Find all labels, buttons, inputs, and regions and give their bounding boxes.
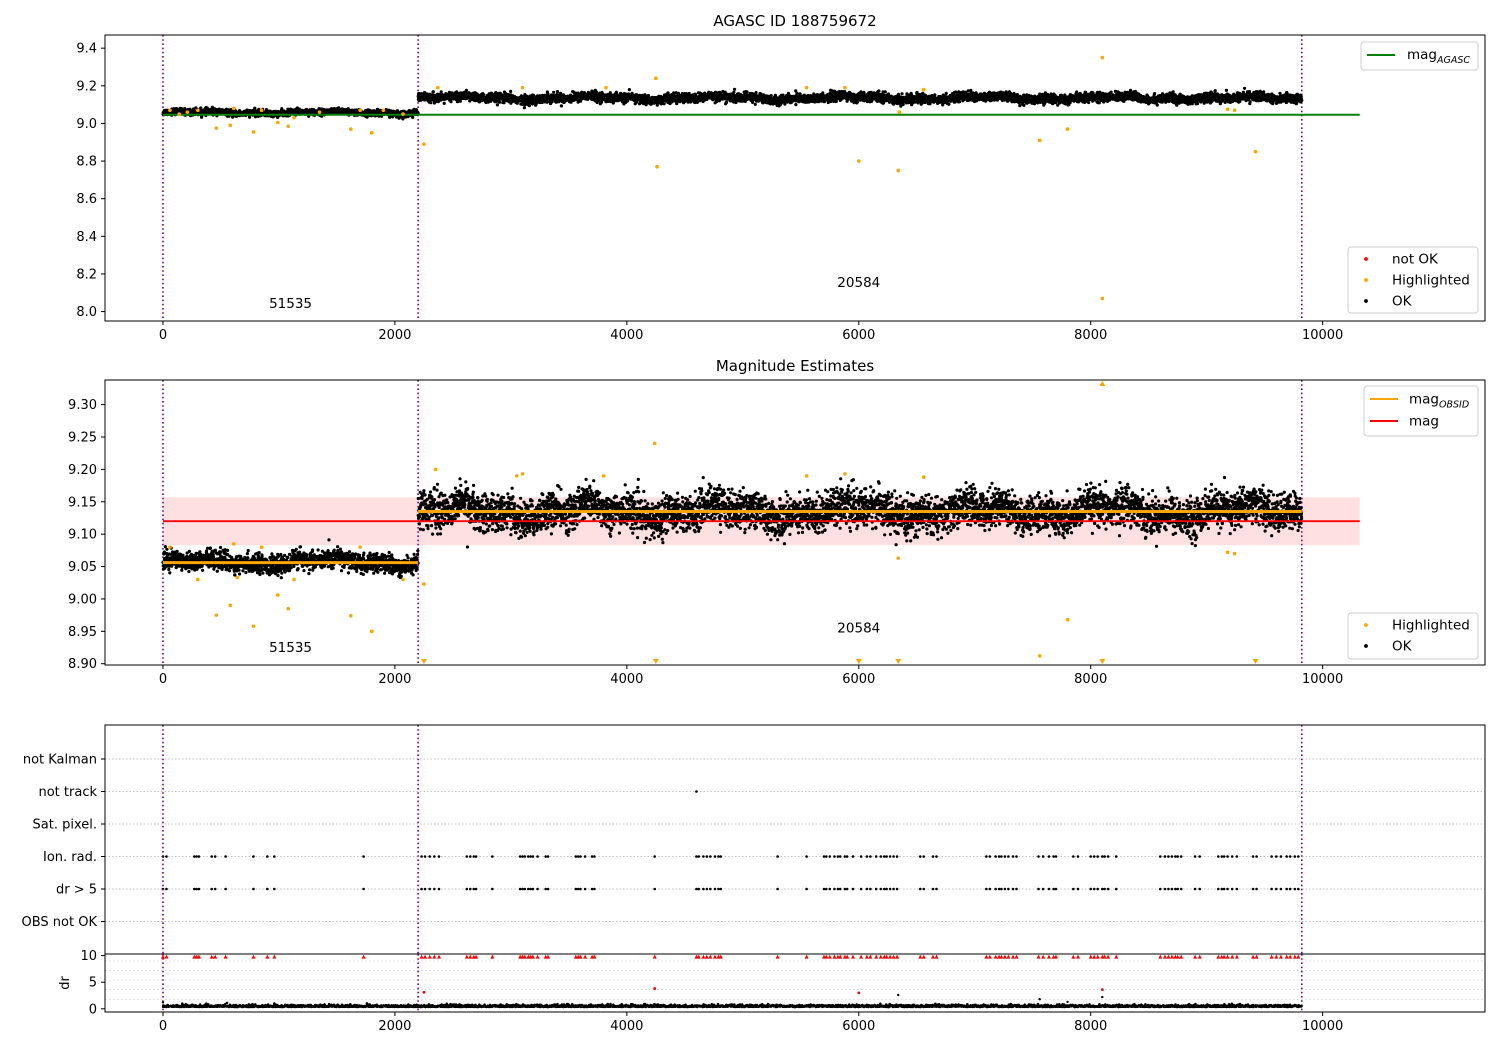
agasc-ok-point	[559, 104, 564, 108]
agasc-ok-point	[957, 100, 962, 104]
agasc-ok-point	[449, 100, 453, 104]
agasc-ok-point	[442, 101, 446, 105]
agasc-ok-point	[947, 102, 951, 106]
agasc-ok-point	[608, 91, 612, 95]
agasc-ok-point	[754, 91, 758, 95]
agasc-ok-point	[662, 102, 666, 106]
agasc-panel-title: AGASC ID 188759672	[713, 12, 876, 30]
agasc-ok-point	[497, 100, 502, 104]
agasc-ok-point	[834, 99, 838, 104]
agasc-ok-point	[527, 104, 532, 108]
agasc-ok-point	[458, 99, 462, 103]
agasc-ok-point	[944, 91, 948, 95]
agasc-ok-point	[495, 103, 499, 107]
agasc-ok-point	[933, 93, 937, 97]
agasc-ok-point	[280, 107, 284, 111]
agasc-ok-point	[883, 90, 887, 94]
agasc-ok-point	[954, 90, 958, 94]
agasc-ok-point	[411, 115, 415, 119]
agasc-ok-point	[532, 94, 536, 98]
figure: AGASC ID 188759672 5153520584 0 2000 4000 6…	[0, 0, 1500, 1050]
agasc-ok-point	[555, 90, 560, 94]
agasc-ok-point	[627, 88, 632, 92]
agasc-ok-point	[795, 91, 799, 95]
agasc-ok-point	[855, 100, 859, 104]
agasc-ok-point	[522, 106, 527, 110]
agasc-ok-point	[595, 90, 599, 94]
agasc-ok-point	[745, 90, 749, 94]
agasc-ok-point	[559, 91, 563, 95]
agasc-ok-point	[464, 88, 468, 92]
agasc-ok-point	[753, 102, 757, 106]
agasc-ok-point	[552, 90, 556, 94]
agasc-ok-point	[724, 100, 729, 105]
agasc-ok-point	[900, 92, 904, 96]
agasc-ok-point	[915, 90, 919, 95]
agasc-ok-point	[431, 90, 435, 94]
agasc-ok-point	[675, 102, 679, 106]
agasc-ok-point	[794, 103, 798, 107]
agasc-ok-point	[901, 102, 905, 107]
agasc-ok-point	[600, 100, 604, 104]
agasc-ok-point	[732, 90, 736, 94]
agasc-ok-point	[509, 89, 513, 93]
agasc-ok-point	[877, 89, 881, 93]
agasc-ok-point	[248, 115, 252, 119]
agasc-ok-point	[733, 87, 737, 91]
agasc-ok-point	[769, 94, 773, 98]
